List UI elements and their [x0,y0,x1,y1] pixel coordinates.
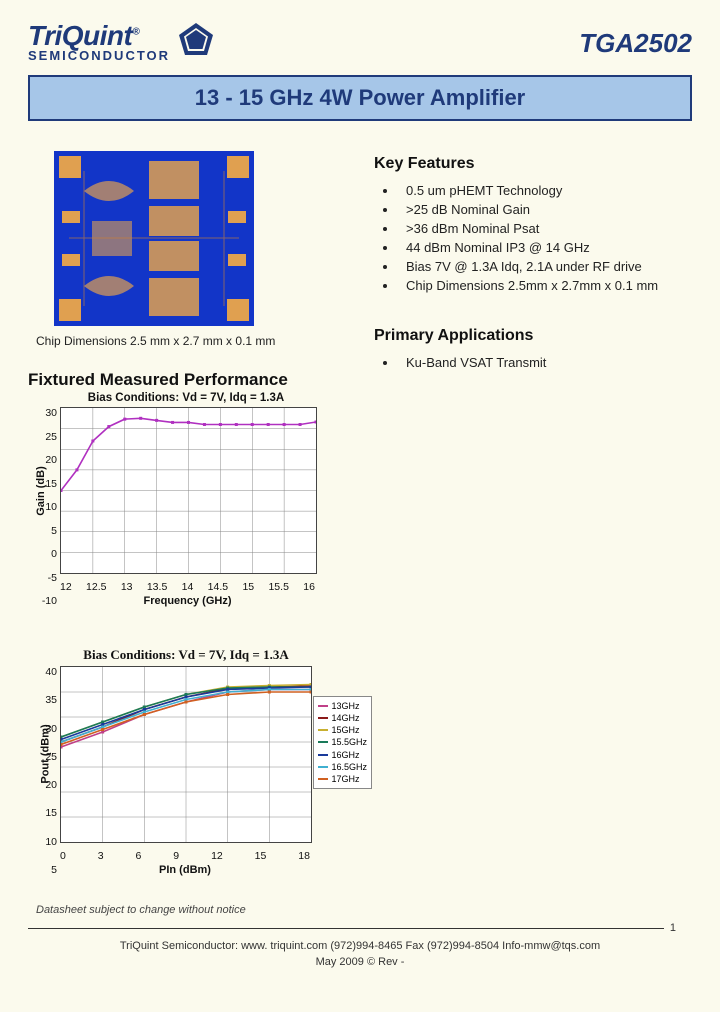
chart1-ylabel: Gain (dB) [35,466,47,516]
footer: Datasheet subject to change without noti… [28,904,692,974]
footer-rule: 1 [28,922,692,934]
disclaimer: Datasheet subject to change without noti… [36,904,692,916]
chart1-xticks: 1212.51313.51414.51515.516 [60,581,315,593]
application-item: Ku-Band VSAT Transmit [398,355,692,370]
chart2-plot [60,666,312,843]
applications-list: Ku-Band VSAT Transmit [374,355,692,370]
applications-heading: Primary Applications [374,327,692,345]
title-bar: 13 - 15 GHz 4W Power Amplifier [28,75,692,121]
left-column: Chip Dimensions 2.5 mm x 2.7 mm x 0.1 mm… [28,151,338,894]
feature-item: 0.5 um pHEMT Technology [398,183,692,198]
document-title: 13 - 15 GHz 4W Power Amplifier [195,85,526,110]
feature-item: Chip Dimensions 2.5mm x 2.7mm x 0.1 mm [398,278,692,293]
date-line: May 2009 © Rev - [28,956,692,974]
chart2-ylabel: Pout (dBm) [40,724,52,783]
chip-caption: Chip Dimensions 2.5 mm x 2.7 mm x 0.1 mm [36,334,338,348]
chip-photo [54,151,254,326]
chart1-plot [60,407,317,574]
chart2-xticks: 0369121518 [60,850,310,862]
right-column: Key Features 0.5 um pHEMT Technology >25 … [338,151,692,894]
feature-item: >36 dBm Nominal Psat [398,221,692,236]
chart2-xlabel: PIn (dBm) [60,864,310,876]
feature-item: >25 dB Nominal Gain [398,202,692,217]
chart1-xlabel: Frequency (GHz) [60,595,315,607]
page-number: 1 [670,922,676,934]
features-list: 0.5 um pHEMT Technology >25 dB Nominal Ga… [374,183,692,293]
fixtured-heading: Fixtured Measured Performance [28,370,338,390]
pentagon-icon [178,22,214,56]
chart-gain-vs-freq: Bias Conditions: Vd = 7V, Idq = 1.3A 302… [34,392,338,607]
chart-pout-vs-pin: Bias Conditions: Vd = 7V, Idq = 1.3A 403… [34,647,338,876]
chart2-title: Bias Conditions: Vd = 7V, Idq = 1.3A [34,647,338,663]
company-logo: TriQuint® SEMICONDUCTOR [28,20,214,63]
chart1-title: Bias Conditions: Vd = 7V, Idq = 1.3A [34,392,338,404]
feature-item: Bias 7V @ 1.3A Idq, 2.1A under RF drive [398,259,692,274]
features-heading: Key Features [374,155,692,173]
feature-item: 44 dBm Nominal IP3 @ 14 GHz [398,240,692,255]
logo-sub: SEMICONDUCTOR [28,48,170,63]
contact-line: TriQuint Semiconductor: www. triquint.co… [28,940,692,952]
part-number: TGA2502 [579,28,692,59]
chart2-legend: 13GHz14GHz15GHz15.5GHz16GHz16.5GHz17GHz [313,696,372,789]
header: TriQuint® SEMICONDUCTOR TGA2502 [28,20,692,63]
datasheet-page: TriQuint® SEMICONDUCTOR TGA2502 13 - 15 … [0,0,720,1012]
content-columns: Chip Dimensions 2.5 mm x 2.7 mm x 0.1 mm… [28,151,692,894]
